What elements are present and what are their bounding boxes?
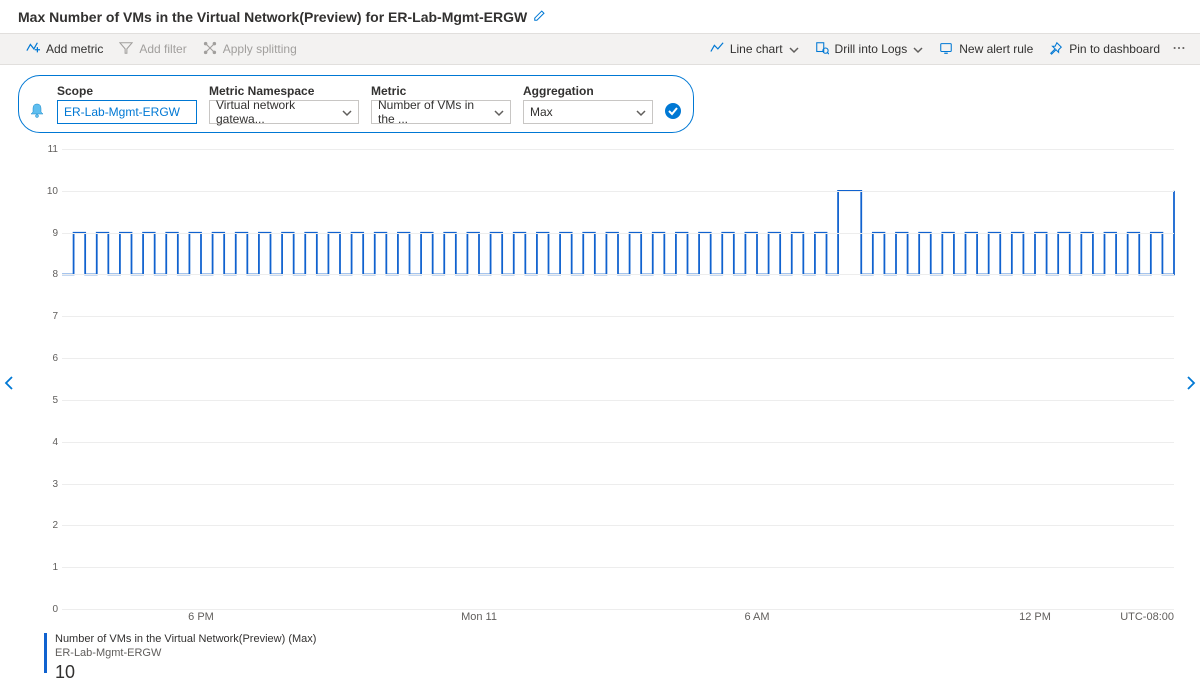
y-tick-label: 0	[36, 604, 58, 615]
x-tick-label: 6 AM	[744, 611, 769, 623]
metric-label: Metric	[371, 84, 511, 98]
pin-to-dashboard-label: Pin to dashboard	[1069, 42, 1160, 56]
y-gridline: 2	[62, 525, 1174, 526]
y-tick-label: 11	[36, 144, 58, 155]
y-gridline: 3	[62, 484, 1174, 485]
scope-label: Scope	[57, 84, 197, 98]
x-tick-label: 6 PM	[188, 611, 214, 623]
page-title: Max Number of VMs in the Virtual Network…	[18, 9, 527, 25]
chevron-down-icon	[494, 107, 504, 117]
drill-into-logs-label: Drill into Logs	[835, 42, 908, 56]
chevron-down-icon	[342, 107, 352, 117]
add-filter-button: Add filter	[111, 33, 194, 65]
timezone-label: UTC-08:00	[1120, 611, 1174, 623]
legend-resource-name: ER-Lab-Mgmt-ERGW	[55, 647, 316, 661]
metrics-chart: 0 1 2 3 4 5 6 7 8 9 10 11 6 PM Mon 11 6 AM 12 PM UTC-08…	[18, 149, 1182, 627]
y-tick-label: 10	[36, 186, 58, 197]
add-filter-label: Add filter	[139, 42, 186, 56]
chart-line-series	[62, 149, 1174, 609]
y-tick-label: 9	[36, 228, 58, 239]
y-gridline: 8	[62, 274, 1174, 275]
drill-into-logs-button[interactable]: Drill into Logs	[807, 33, 932, 65]
y-gridline: 7	[62, 316, 1174, 317]
scope-value: ER-Lab-Mgmt-ERGW	[64, 105, 180, 119]
chevron-down-icon	[636, 107, 646, 117]
drill-logs-icon	[815, 41, 829, 58]
y-gridline: 6	[62, 358, 1174, 359]
pin-icon	[1049, 41, 1063, 58]
chart-type-dropdown[interactable]: Line chart	[702, 33, 807, 65]
add-filter-icon	[119, 41, 133, 58]
metric-namespace-label: Metric Namespace	[209, 84, 359, 98]
add-metric-label: Add metric	[46, 42, 103, 56]
apply-splitting-label: Apply splitting	[223, 42, 297, 56]
y-tick-label: 4	[36, 437, 58, 448]
more-options-button[interactable]	[1168, 33, 1190, 65]
y-gridline: 5	[62, 400, 1174, 401]
legend-color-swatch	[44, 633, 47, 673]
y-gridline: 1	[62, 567, 1174, 568]
previous-chart-button[interactable]	[0, 370, 18, 396]
y-tick-label: 5	[36, 395, 58, 406]
aggregation-selector[interactable]: Max	[523, 100, 653, 124]
metric-namespace-selector[interactable]: Virtual network gatewa...	[209, 100, 359, 124]
alert-icon	[939, 41, 953, 58]
pin-to-dashboard-button[interactable]: Pin to dashboard	[1041, 33, 1168, 65]
y-gridline: 10	[62, 191, 1174, 192]
metric-selector[interactable]: Number of VMs in the ...	[371, 100, 511, 124]
aggregation-label: Aggregation	[523, 84, 653, 98]
chart-toolbar: Add metric Add filter Apply splitting Li…	[0, 33, 1200, 65]
legend-current-value: 10	[55, 661, 316, 684]
chevron-down-icon	[789, 44, 799, 54]
apply-splitting-button: Apply splitting	[195, 33, 305, 65]
add-metric-icon	[26, 41, 40, 58]
y-tick-label: 3	[36, 479, 58, 490]
x-tick-label: 12 PM	[1019, 611, 1051, 623]
chart-legend: Number of VMs in the Virtual Network(Pre…	[44, 633, 1182, 683]
aggregation-value: Max	[530, 105, 553, 119]
y-gridline: 11	[62, 149, 1174, 150]
new-alert-rule-button[interactable]: New alert rule	[931, 33, 1041, 65]
add-metric-button[interactable]: Add metric	[18, 33, 111, 65]
alert-bell-icon	[29, 102, 45, 121]
new-alert-rule-label: New alert rule	[959, 42, 1033, 56]
y-gridline: 9	[62, 233, 1174, 234]
x-tick-label: Mon 11	[461, 611, 497, 623]
line-chart-icon	[710, 41, 724, 58]
next-chart-button[interactable]	[1182, 370, 1200, 396]
more-icon	[1172, 41, 1186, 58]
y-tick-label: 6	[36, 353, 58, 364]
y-tick-label: 2	[36, 520, 58, 531]
legend-series-name: Number of VMs in the Virtual Network(Pre…	[55, 633, 316, 647]
y-gridline: 4	[62, 442, 1174, 443]
metric-namespace-value: Virtual network gatewa...	[216, 98, 342, 126]
y-tick-label: 7	[36, 311, 58, 322]
apply-splitting-icon	[203, 41, 217, 58]
y-tick-label: 8	[36, 269, 58, 280]
y-tick-label: 1	[36, 562, 58, 573]
edit-title-icon[interactable]	[533, 8, 547, 25]
chart-type-label: Line chart	[730, 42, 783, 56]
metric-selector-pill: Scope ER-Lab-Mgmt-ERGW Metric Namespace …	[18, 75, 694, 133]
selector-valid-icon	[665, 103, 681, 119]
chevron-down-icon	[913, 44, 923, 54]
metric-value: Number of VMs in the ...	[378, 98, 494, 126]
scope-selector[interactable]: ER-Lab-Mgmt-ERGW	[57, 100, 197, 124]
